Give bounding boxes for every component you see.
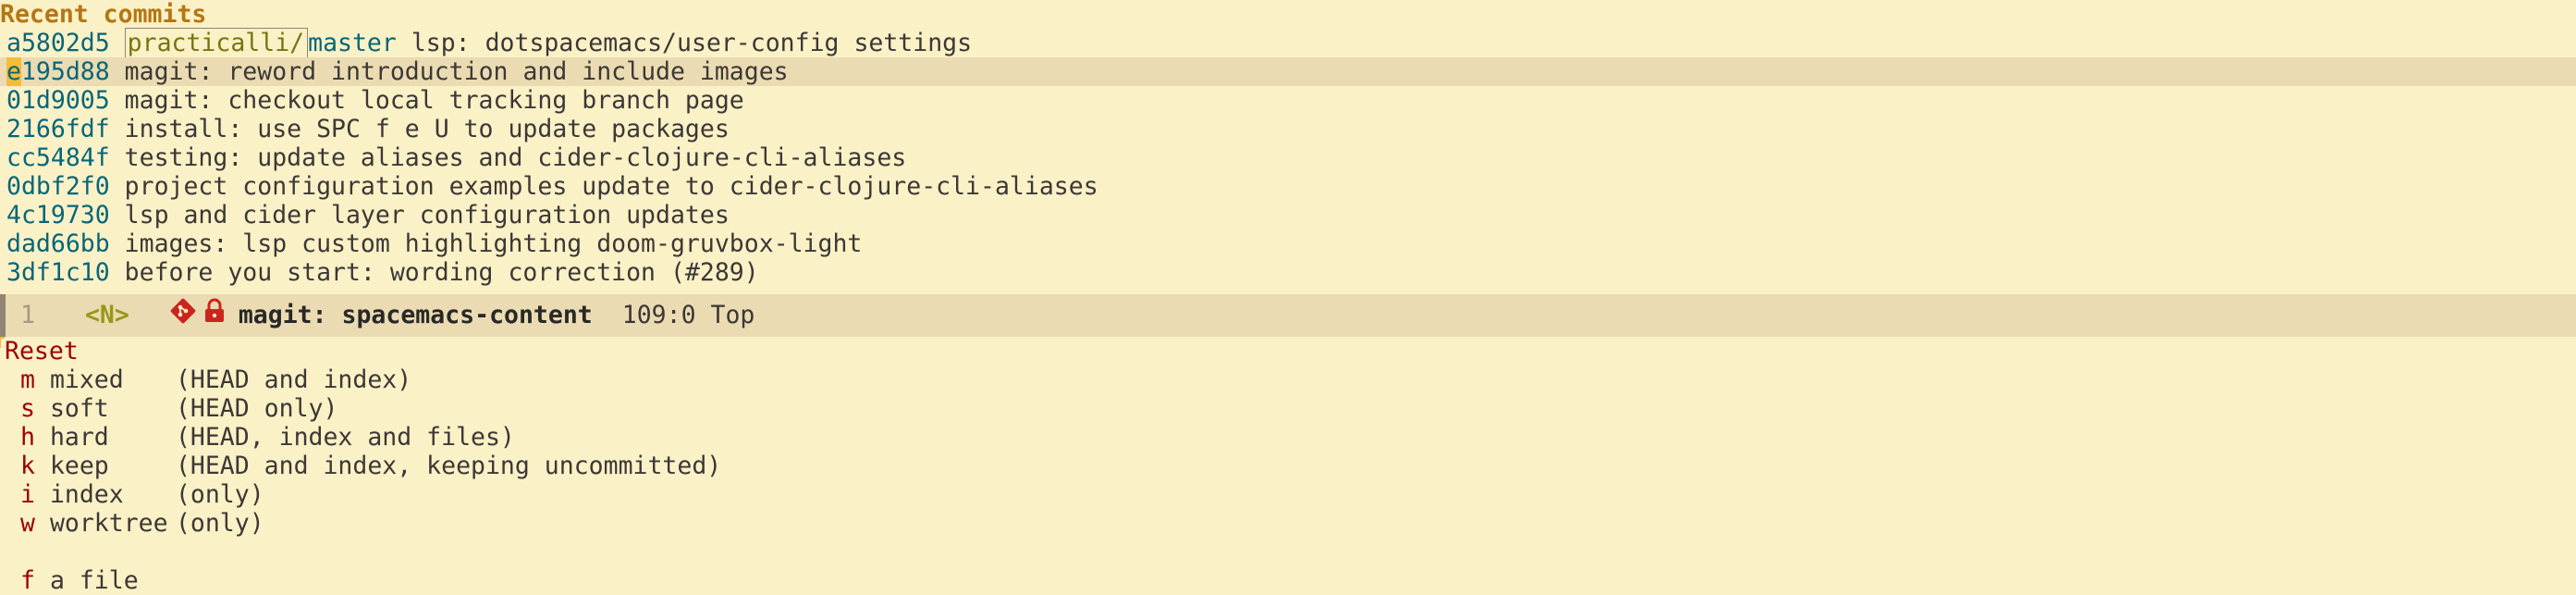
commit-row[interactable]: 4c19730 lsp and cider layer configuratio… [0, 201, 2576, 229]
evil-state: <N> [84, 301, 129, 329]
commit-message: magit: reword introduction and include i… [124, 57, 789, 86]
commit-message: testing: update aliases and cider-clojur… [124, 143, 907, 172]
commit-row[interactable]: 3df1c10 before you start: wording correc… [0, 258, 2576, 287]
commit-hash[interactable]: 4c19730 [6, 201, 110, 229]
option-key[interactable]: s [20, 394, 35, 423]
option-key[interactable]: f [20, 566, 35, 595]
commit-hash[interactable]: cc5484f [6, 143, 110, 172]
reset-option-keep[interactable]: k keep (HEAD and index, keeping uncommitt… [0, 452, 2576, 480]
commit-hash[interactable]: e195d88 [6, 57, 110, 86]
commit-hash-rest: 195d88 [20, 57, 110, 86]
commit-hash[interactable]: 3df1c10 [6, 258, 110, 287]
commit-message: images: lsp custom highlighting doom-gru… [124, 229, 863, 258]
commit-hash[interactable]: a5802d5 [6, 29, 110, 57]
option-label: index [49, 480, 124, 509]
option-description: (only) [175, 480, 264, 509]
commit-hash[interactable]: 01d9005 [6, 86, 110, 115]
buffer-name: magit: spacemacs-content [238, 301, 593, 329]
commit-hash[interactable]: 2166fdf [6, 115, 110, 143]
branch-label: master [308, 29, 397, 57]
option-description: (HEAD and index, keeping uncommitted) [175, 452, 722, 480]
commit-hash[interactable]: 0dbf2f0 [6, 172, 110, 201]
option-label: mixed [49, 366, 124, 394]
commit-message: install: use SPC f e U to update package… [124, 115, 730, 143]
commit-row[interactable]: 01d9005 magit: checkout local tracking b… [0, 86, 2576, 115]
option-key[interactable]: w [20, 509, 35, 538]
section-heading: Recent commits [0, 0, 207, 29]
commit-row[interactable]: 0dbf2f0 project configuration examples u… [0, 172, 2576, 201]
option-label: hard [49, 423, 109, 452]
reset-menu-title: Reset [5, 337, 79, 366]
option-label: a file [49, 566, 139, 595]
remote-label: practicalli/ [124, 28, 309, 58]
reset-option-file[interactable]: f a file [0, 566, 2576, 595]
reset-option-soft[interactable]: s soft (HEAD only) [0, 394, 2576, 423]
option-key[interactable]: h [20, 423, 35, 452]
git-icon [170, 295, 196, 338]
commit-row-selected[interactable]: e195d88 magit: reword introduction and i… [0, 57, 2576, 86]
commit-row[interactable]: cc5484f testing: update aliases and cide… [0, 143, 2576, 172]
option-description: (only) [175, 509, 264, 538]
reset-option-worktree[interactable]: w worktree (only) [0, 509, 2576, 538]
reset-menu-title-row: Reset [0, 337, 2576, 366]
commit-row-head[interactable]: a5802d5 practicalli/master lsp: dotspace… [0, 28, 2576, 58]
cursor-position: 109:0 [621, 301, 696, 329]
commit-message: lsp: dotspacemacs/user-config settings [411, 29, 973, 57]
option-description: (HEAD only) [175, 394, 338, 423]
commit-message: lsp and cider layer configuration update… [124, 201, 730, 229]
text-cursor: e [6, 57, 21, 86]
reset-option-mixed[interactable]: m mixed (HEAD and index) [0, 366, 2576, 394]
option-key[interactable]: k [20, 452, 35, 480]
reset-option-index[interactable]: i index (only) [0, 480, 2576, 509]
mode-line: 1 <N> magit: spacemacs-content 109:0 Top [0, 294, 2576, 337]
option-label: soft [49, 394, 109, 423]
option-key[interactable]: i [20, 480, 35, 509]
commit-row[interactable]: 2166fdf install: use SPC f e U to update… [0, 115, 2576, 143]
recent-commits-heading: Recent commits [0, 0, 2576, 29]
option-description: (HEAD and index) [175, 366, 412, 394]
lock-icon [203, 295, 226, 338]
scroll-position: Top [710, 301, 755, 329]
window-number: 1 [20, 301, 35, 329]
commit-row[interactable]: dad66bb images: lsp custom highlighting … [0, 229, 2576, 258]
commit-message: project configuration examples update to… [124, 172, 1098, 201]
commit-message: before you start: wording correction (#2… [124, 258, 759, 287]
commit-message: magit: checkout local tracking branch pa… [124, 86, 744, 115]
option-key[interactable]: m [20, 366, 35, 394]
option-description: (HEAD, index and files) [175, 423, 515, 452]
option-label: worktree [49, 509, 168, 538]
commit-hash[interactable]: dad66bb [6, 229, 110, 258]
reset-option-hard[interactable]: h hard (HEAD, index and files) [0, 423, 2576, 452]
option-label: keep [49, 452, 109, 480]
